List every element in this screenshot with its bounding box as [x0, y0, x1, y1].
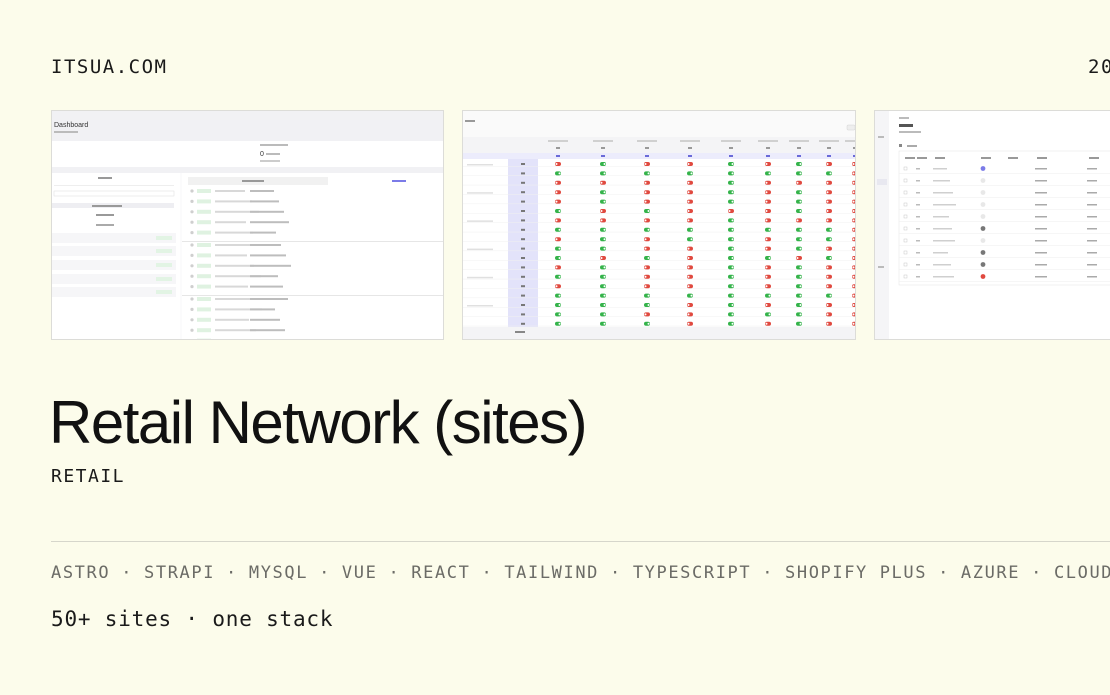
separator-dot: · — [388, 563, 401, 583]
separator-dot: · — [226, 563, 238, 583]
tech-item: STRAPI — [144, 563, 216, 583]
tech-item: ASTRO — [51, 563, 111, 583]
separator-dot: · — [762, 563, 775, 583]
brand-link[interactable]: ITSUA.COM — [51, 56, 167, 78]
project-category: RETAIL — [51, 466, 126, 487]
divider — [51, 541, 1110, 542]
tech-item: MYSQL — [248, 563, 309, 583]
svg-text:0: 0 — [260, 151, 264, 158]
year-label: 20 — [1088, 56, 1110, 78]
tech-item: TYPESCRIPT — [632, 563, 752, 583]
tech-item: AZURE — [960, 563, 1021, 583]
screenshot-sites-list[interactable] — [874, 110, 1110, 340]
tech-item: CLOUD — [1053, 563, 1110, 583]
dashboard-title: Dashboard — [54, 122, 88, 129]
separator-dot: · — [319, 563, 331, 583]
screenshot-dashboard[interactable]: Dashboard 0 — [51, 110, 444, 340]
tech-item: REACT — [411, 563, 471, 583]
separator-dot: · — [938, 563, 950, 583]
tech-item: VUE — [341, 563, 378, 583]
tagline: 50+ sites · one stack — [51, 607, 334, 631]
tech-item: SHOPIFY PLUS — [785, 563, 928, 583]
tech-stack-list: ASTRO · STRAPI · MYSQL · VUE · REACT · TAILWI… — [51, 563, 1110, 583]
separator-dot: · — [121, 563, 134, 583]
separator-dot: · — [1031, 563, 1043, 583]
separator-dot: · — [481, 563, 494, 583]
screenshot-matrix[interactable] — [462, 110, 856, 340]
tech-item: TAILWIND — [504, 563, 599, 583]
separator-dot: · — [610, 563, 622, 583]
project-title: Retail Network (sites) — [49, 389, 588, 456]
